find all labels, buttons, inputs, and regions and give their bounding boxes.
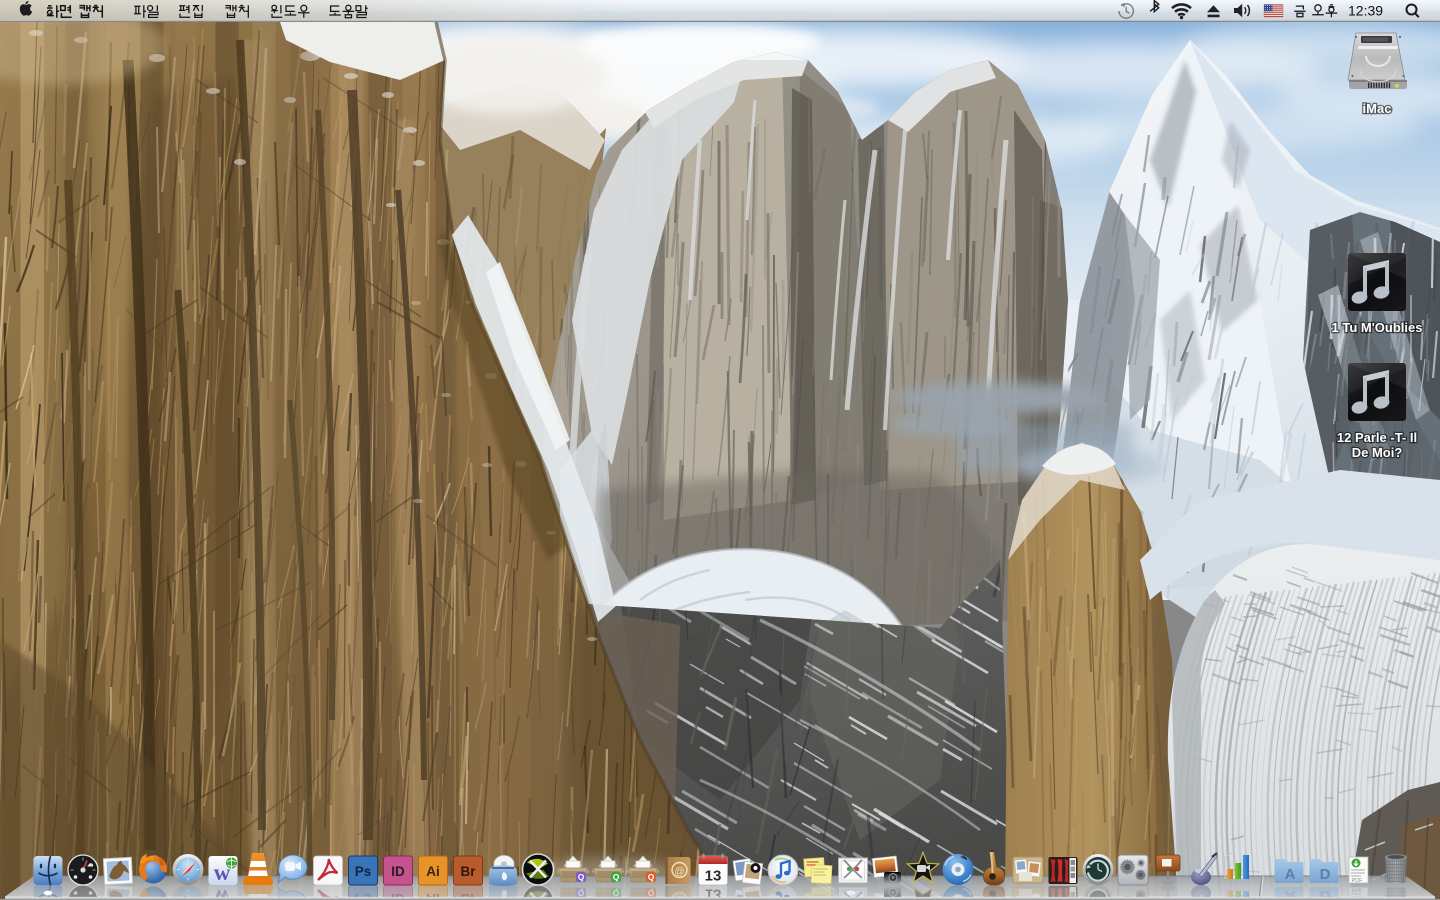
svg-text:Br: Br (460, 864, 476, 879)
svg-text:Q: Q (648, 888, 655, 898)
svg-text:De Moi?: De Moi? (1352, 445, 1403, 460)
svg-text:Q: Q (578, 872, 585, 882)
svg-text:D: D (1320, 866, 1331, 883)
svg-text:Q: Q (613, 872, 620, 882)
svg-text:PDF: PDF (1352, 878, 1364, 884)
svg-text:A: A (1285, 866, 1296, 883)
svg-text:Ai: Ai (426, 864, 440, 879)
svg-text:Q: Q (578, 888, 585, 898)
svg-text:ID: ID (391, 864, 405, 879)
svg-text:@: @ (674, 867, 684, 878)
svg-text:Q: Q (613, 888, 620, 898)
svg-text:iMac: iMac (1363, 101, 1392, 116)
svg-text:12 Parle -T- Il: 12 Parle -T- Il (1337, 430, 1417, 445)
svg-text:13: 13 (705, 868, 722, 885)
svg-text:1 Tu M'Oublies: 1 Tu M'Oublies (1332, 320, 1423, 335)
svg-text:Q: Q (648, 872, 655, 882)
svg-text:PDF: PDF (1352, 886, 1364, 892)
svg-text:Ps: Ps (355, 864, 372, 879)
svg-text:12:39: 12:39 (1348, 3, 1383, 19)
